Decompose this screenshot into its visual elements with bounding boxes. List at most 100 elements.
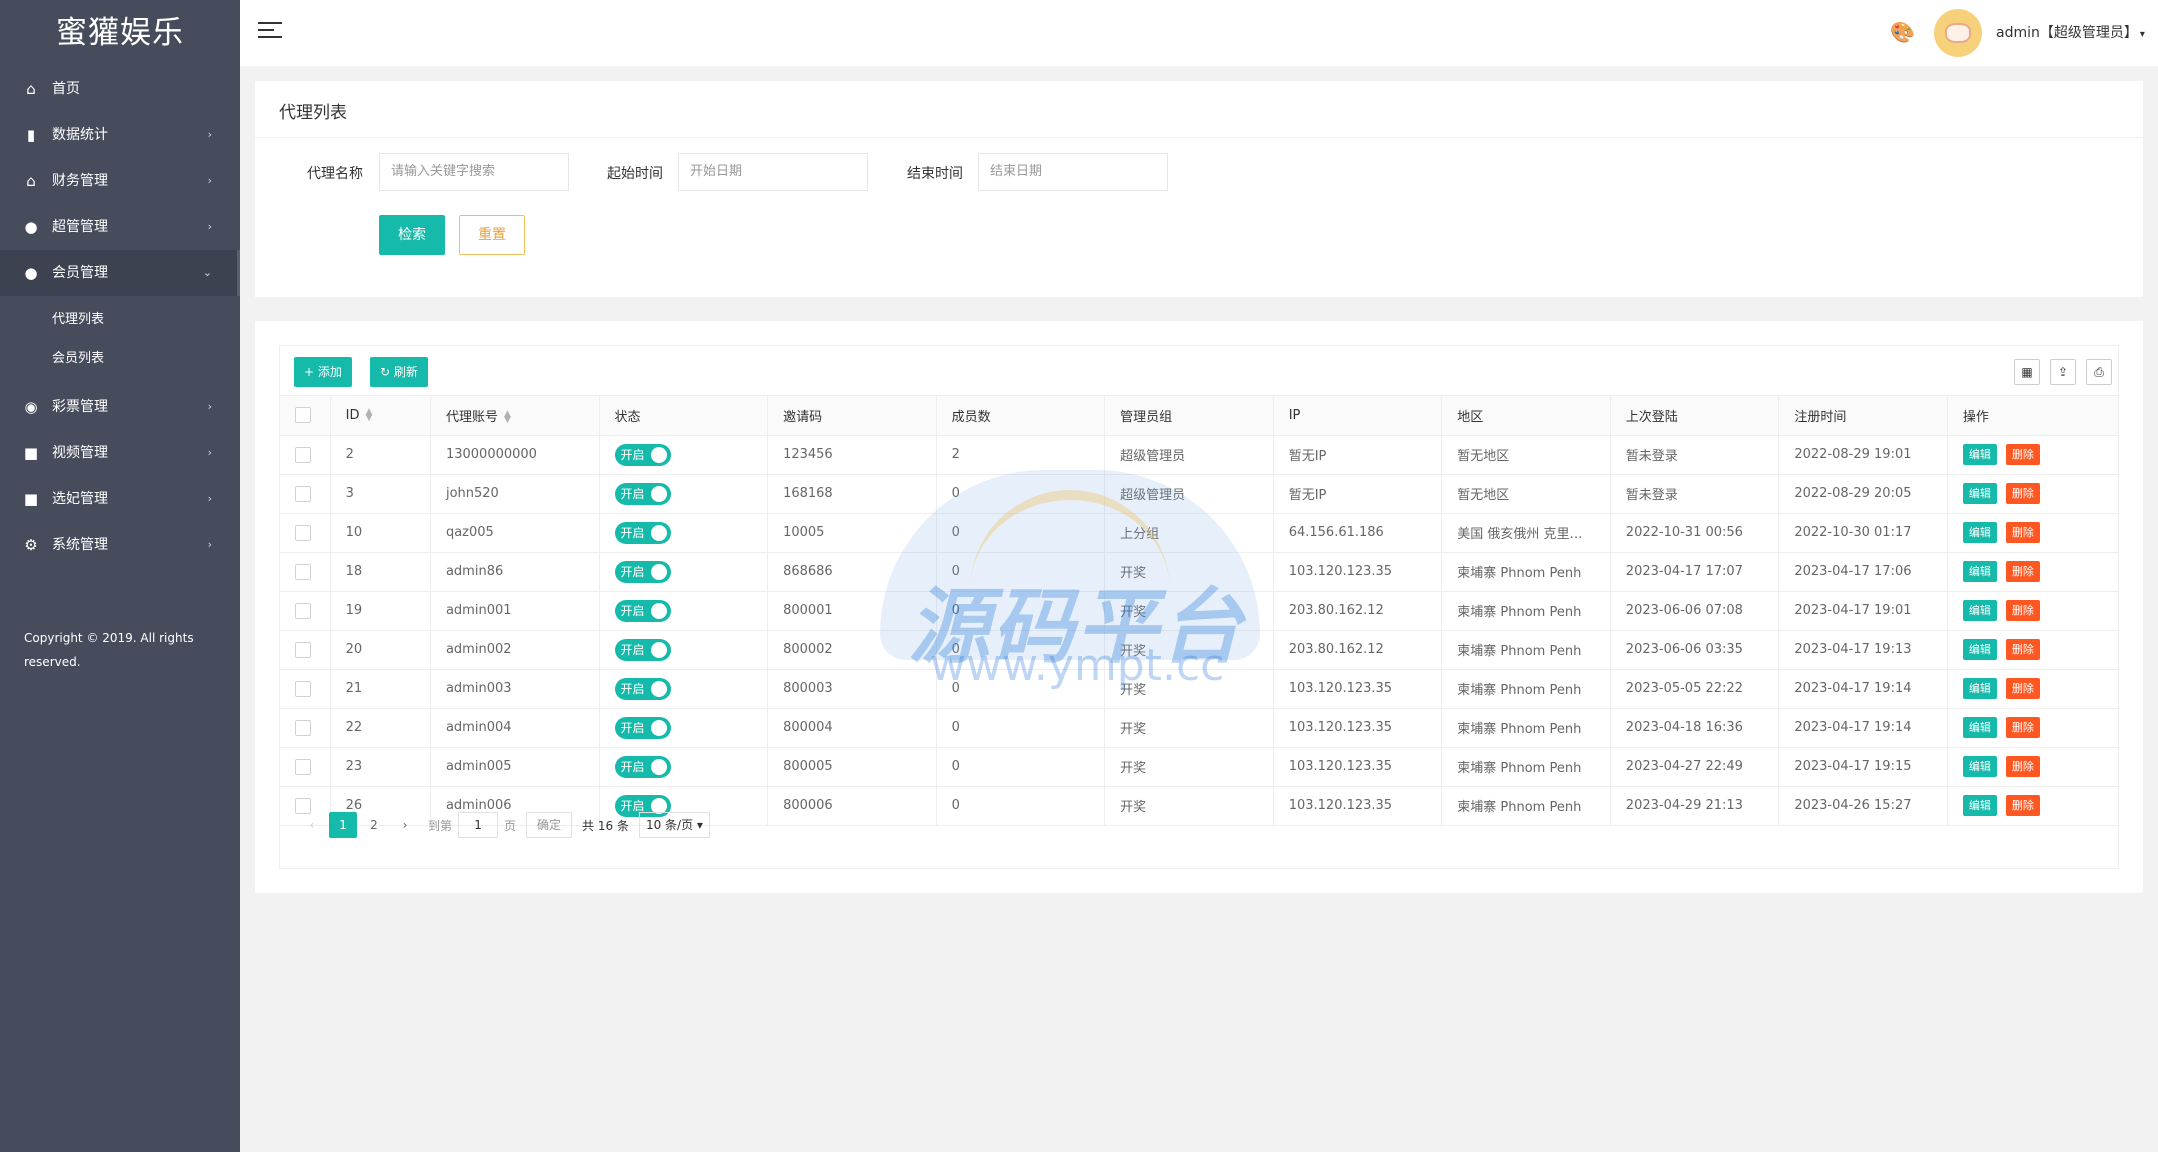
edit-button[interactable]: 编辑	[1962, 795, 1997, 816]
delete-button[interactable]: 删除	[2005, 639, 2040, 660]
row-checkbox[interactable]	[295, 641, 311, 658]
sidebar-item-6[interactable]: ■ 视频管理 ›	[0, 430, 240, 476]
status-toggle[interactable]: 开启	[614, 755, 671, 778]
status-toggle[interactable]: 开启	[614, 638, 671, 661]
table-row[interactable]: 21 admin003 开启 800003 0 开奖 103.120.123.35 柬埔寨 P…	[280, 669, 2118, 709]
prev-page-button[interactable]: ‹	[298, 812, 326, 838]
columns-icon[interactable]: ▦	[2014, 359, 2040, 385]
app-logo[interactable]: 蜜獾娱乐	[0, 0, 240, 66]
row-checkbox[interactable]	[295, 524, 311, 541]
column-header-id[interactable]: ID ▲ ▼	[330, 396, 431, 436]
edit-button[interactable]: 编辑	[1962, 444, 1997, 465]
row-checkbox[interactable]	[295, 758, 311, 775]
table-row[interactable]: 10 qaz005 开启 10005 0 上分组 64.156.61.186 美国 俄亥俄州 …	[280, 513, 2118, 553]
page-2-button[interactable]: 2	[360, 812, 388, 838]
goto-confirm-button[interactable]: 确定	[526, 812, 573, 838]
delete-button[interactable]: 删除	[2005, 522, 2040, 543]
status-cell: 开启	[599, 513, 769, 553]
toggle-label: 开启	[620, 759, 645, 774]
chevron-icon: ›	[207, 538, 212, 551]
chevron-icon: ›	[207, 174, 212, 187]
palette-icon[interactable]: 🎨	[1890, 20, 1915, 44]
edit-button[interactable]: 编辑	[1962, 561, 1997, 582]
edit-button[interactable]: 编辑	[1962, 600, 1997, 621]
sidebar-item-0[interactable]: ⌂ 首页	[0, 66, 240, 112]
row-checkbox[interactable]	[295, 485, 311, 502]
cell-invite: 868686	[767, 552, 937, 592]
toggle-knob	[650, 524, 667, 541]
status-toggle[interactable]: 开启	[614, 599, 671, 622]
delete-button[interactable]: 删除	[2005, 600, 2040, 621]
delete-button[interactable]: 删除	[2005, 561, 2040, 582]
cell-members: 0	[936, 474, 1106, 514]
cell-last-login: 2023-05-05 22:22	[1610, 669, 1780, 709]
table-row[interactable]: 19 admin001 开启 800001 0 开奖 203.80.162.12 柬埔寨 Ph…	[280, 591, 2118, 631]
search-button[interactable]: 检索	[379, 215, 445, 255]
page-1-button[interactable]: 1	[329, 812, 357, 838]
delete-button[interactable]: 删除	[2005, 678, 2040, 699]
edit-button[interactable]: 编辑	[1962, 522, 1997, 543]
delete-button[interactable]: 删除	[2005, 483, 2040, 504]
reset-button[interactable]: 重置	[459, 215, 525, 255]
submenu-item-1[interactable]: 会员列表	[0, 339, 240, 378]
submenu-item-0[interactable]: 代理列表	[0, 300, 240, 339]
row-checkbox[interactable]	[295, 446, 311, 463]
status-toggle[interactable]: 开启	[614, 521, 671, 544]
sidebar-item-8[interactable]: ⚙ 系统管理 ›	[0, 522, 240, 568]
column-header-invite: 邀请码	[767, 396, 937, 436]
edit-button[interactable]: 编辑	[1962, 756, 1997, 777]
table-row[interactable]: 22 admin004 开启 800004 0 开奖 103.120.123.35 柬埔寨 P…	[280, 708, 2118, 748]
export-icon[interactable]: ⇪	[2050, 359, 2076, 385]
row-checkbox[interactable]	[295, 602, 311, 619]
row-checkbox[interactable]	[295, 563, 311, 580]
user-menu[interactable]: admin【超级管理员】 ▾	[1996, 22, 2145, 42]
sidebar-item-2[interactable]: ⌂ 财务管理 ›	[0, 158, 240, 204]
status-toggle[interactable]: 开启	[614, 560, 671, 583]
table-row[interactable]: 3 john520 开启 168168 0 超级管理员 暂无IP 暂无地区 暂未登录 2022-0…	[280, 474, 2118, 514]
table-row[interactable]: 23 admin005 开启 800005 0 开奖 103.120.123.35 柬埔寨 P…	[280, 747, 2118, 787]
edit-button[interactable]: 编辑	[1962, 639, 1997, 660]
print-icon[interactable]: ⎙	[2086, 359, 2112, 385]
sidebar-item-5[interactable]: ◉ 彩票管理 ›	[0, 384, 240, 430]
edit-button[interactable]: 编辑	[1962, 678, 1997, 699]
cell-account: qaz005	[430, 513, 600, 553]
next-page-button[interactable]: ›	[391, 812, 419, 838]
refresh-button[interactable]: ↻ 刷新	[370, 357, 428, 387]
column-header-account[interactable]: 代理账号 ▲ ▼	[430, 396, 600, 436]
sidebar-item-4[interactable]: ● 会员管理 ⌄	[0, 250, 240, 296]
table-row[interactable]: 18 admin86 开启 868686 0 开奖 103.120.123.35 柬埔寨 Ph…	[280, 552, 2118, 592]
end-date-input[interactable]: 结束日期	[978, 153, 1168, 191]
edit-button[interactable]: 编辑	[1962, 483, 1997, 504]
delete-button[interactable]: 删除	[2005, 756, 2040, 777]
status-toggle[interactable]: 开启	[614, 443, 671, 466]
sidebar-item-3[interactable]: ● 超管管理 ›	[0, 204, 240, 250]
add-button[interactable]: + 添加	[294, 357, 352, 387]
row-checkbox[interactable]	[295, 719, 311, 736]
sort-icon[interactable]: ▲ ▼	[366, 408, 373, 423]
delete-button[interactable]: 删除	[2005, 444, 2040, 465]
edit-button[interactable]: 编辑	[1962, 717, 1997, 738]
goto-page-input[interactable]: 1	[458, 812, 499, 838]
menu-toggle-icon[interactable]	[258, 22, 282, 44]
status-toggle[interactable]: 开启	[614, 677, 671, 700]
start-date-input[interactable]: 开始日期	[678, 153, 868, 191]
avatar[interactable]	[1934, 9, 1982, 57]
table-row[interactable]: 20 admin002 开启 800002 0 开奖 203.80.162.12 柬埔寨 Ph…	[280, 630, 2118, 670]
sort-icon[interactable]: ▲ ▼	[504, 410, 511, 425]
cell-ip: 103.120.123.35	[1273, 552, 1443, 592]
cell-registered: 2023-04-17 17:06	[1778, 552, 1948, 592]
row-checkbox[interactable]	[295, 680, 311, 697]
sidebar-item-1[interactable]: ▮ 数据统计 ›	[0, 112, 240, 158]
cell-registered: 2023-04-17 19:13	[1778, 630, 1948, 670]
cell-registered: 2023-04-17 19:01	[1778, 591, 1948, 631]
delete-button[interactable]: 删除	[2005, 795, 2040, 816]
page-title: 代理列表	[279, 103, 347, 123]
sidebar-item-7[interactable]: ■ 选妃管理 ›	[0, 476, 240, 522]
status-toggle[interactable]: 开启	[614, 716, 671, 739]
table-row[interactable]: 2 13000000000 开启 123456 2 超级管理员 暂无IP 暂无地区 暂未登录 20…	[280, 435, 2118, 475]
per-page-select[interactable]: 10 条/页 ▾	[638, 812, 710, 838]
delete-button[interactable]: 删除	[2005, 717, 2040, 738]
status-toggle[interactable]: 开启	[614, 482, 671, 505]
agent-name-input[interactable]: 请输入关键字搜索	[379, 153, 569, 191]
select-all-checkbox[interactable]	[295, 407, 311, 424]
